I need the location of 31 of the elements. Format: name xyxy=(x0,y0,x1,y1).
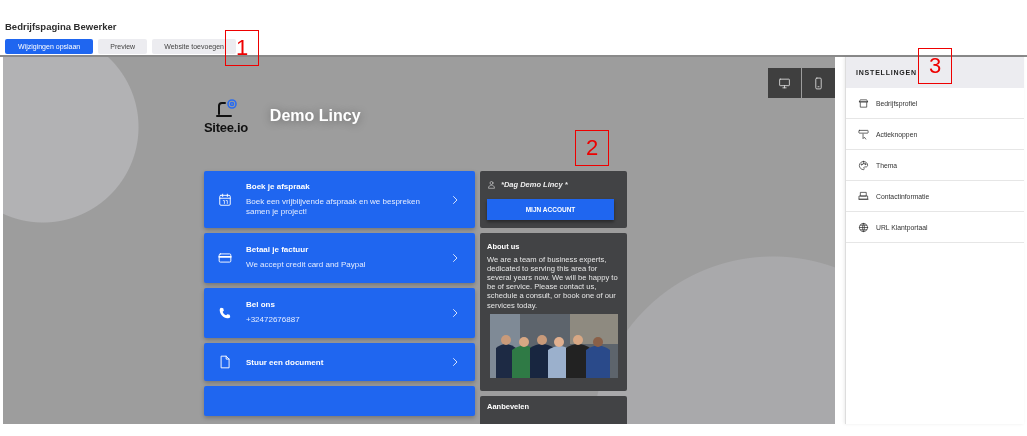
phone-icon xyxy=(218,306,232,320)
page-title: Bedrijfspagina Bewerker xyxy=(5,21,117,32)
credit-card-icon xyxy=(218,251,232,265)
site-name: Demo Lincy xyxy=(269,107,361,125)
logo-text: Sitee.io xyxy=(204,119,248,135)
mobile-phone-icon xyxy=(812,76,825,90)
annotation-marker: 2 xyxy=(575,130,609,166)
action-card[interactable]: Bel ons +32472676887 xyxy=(204,288,475,338)
action-card[interactable]: Betaal je factuur We accept credit card and Paypal xyxy=(204,233,475,283)
action-card[interactable]: Stuur een document xyxy=(204,343,475,381)
store-icon xyxy=(858,97,869,109)
desktop-icon xyxy=(778,76,791,90)
document-icon xyxy=(218,355,232,369)
annotation-marker: 3 xyxy=(918,48,952,84)
annotation-marker: 1 xyxy=(225,30,259,66)
printer-icon xyxy=(858,190,869,202)
pointer-icon xyxy=(858,128,869,140)
card-title: Boek je afspraak xyxy=(246,181,311,191)
globe-icon xyxy=(858,221,869,233)
user-icon xyxy=(487,180,496,189)
card-subtitle: We accept credit card and Paypal xyxy=(246,260,367,271)
card-subtitle: +32472676887 xyxy=(246,315,301,326)
card-subtitle: Boek een vrijblijvende afspraak en we bespreken samen je project! xyxy=(246,196,421,218)
desktop-view-button[interactable] xyxy=(768,68,801,98)
card-title: Bel ons xyxy=(246,300,276,310)
calendar-icon xyxy=(218,192,232,207)
mobile-view-button[interactable] xyxy=(802,68,835,98)
card-title: Betaal je factuur xyxy=(246,245,310,255)
action-card[interactable]: Boek je afspraak Boek een vrijblijvende afspraak en we bespreken samen je project! xyxy=(204,171,475,228)
palette-icon xyxy=(858,159,869,171)
card-title: Stuur een document xyxy=(246,357,325,367)
